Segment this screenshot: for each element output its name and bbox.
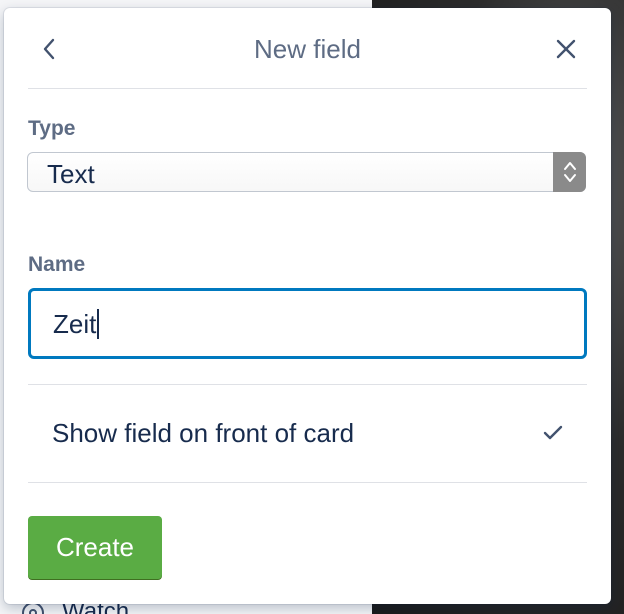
check-icon (541, 421, 565, 445)
type-label: Type (28, 117, 76, 140)
type-select-value: Text (47, 159, 95, 189)
text-caret (97, 309, 100, 339)
name-input[interactable]: Zeit (28, 288, 587, 359)
create-button[interactable]: Create (28, 516, 162, 579)
close-button[interactable] (551, 34, 581, 64)
close-icon (556, 39, 576, 59)
divider (28, 482, 587, 483)
name-input-value: Zeit (53, 309, 97, 339)
select-arrows-icon (553, 152, 586, 192)
type-select[interactable]: Text (27, 152, 586, 192)
popover-title: New field (254, 34, 361, 64)
new-field-popover: New field Type Text Name Zeit Show field… (4, 8, 611, 604)
show-on-front-toggle[interactable]: Show field on front of card (28, 385, 587, 482)
show-on-front-label: Show field on front of card (52, 418, 355, 448)
popover-header: New field (28, 8, 587, 89)
name-label: Name (28, 253, 86, 276)
